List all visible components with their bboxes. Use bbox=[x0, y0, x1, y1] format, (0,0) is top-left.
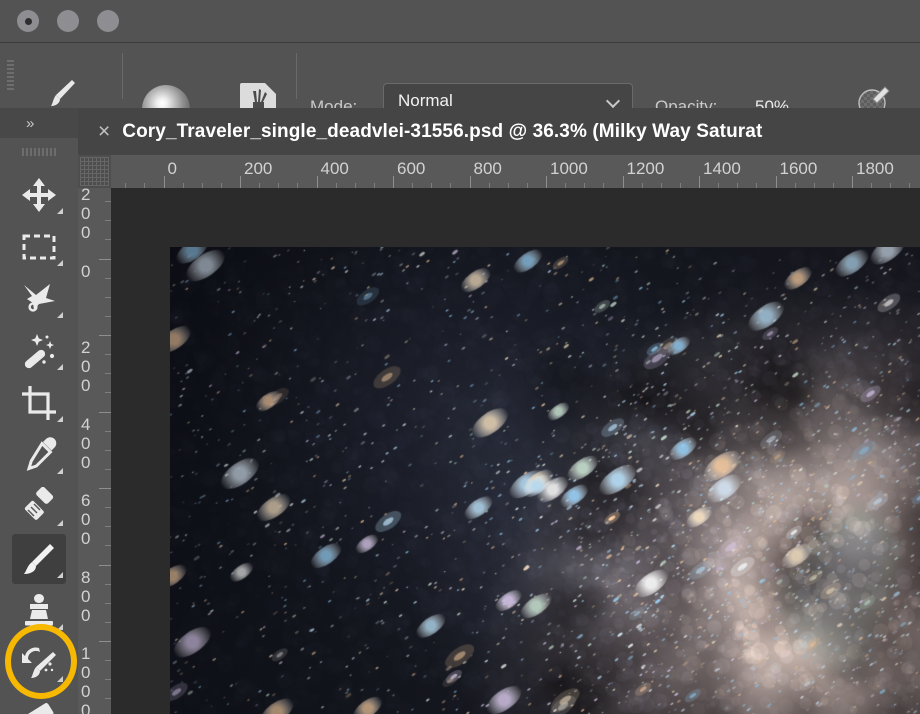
ruler-label: 0 bbox=[81, 261, 91, 281]
ruler-tick bbox=[99, 258, 111, 260]
ruler-label: 0 bbox=[167, 159, 177, 178]
tool-submenu-indicator bbox=[57, 468, 63, 474]
blend-mode-chevron-down-icon bbox=[607, 96, 622, 105]
paintbrush-icon[interactable] bbox=[42, 73, 82, 113]
ruler-label: 6 0 0 bbox=[81, 491, 91, 548]
document-tab-bar: × Cory_Traveler_single_deadvlei-31556.ps… bbox=[78, 108, 920, 155]
tool-submenu-indicator bbox=[57, 520, 63, 526]
ruler-label: 1200 bbox=[626, 159, 665, 178]
tool-submenu-indicator bbox=[57, 416, 63, 422]
tool-options-bar: 800 Mode: Normal Opacity: 50% bbox=[0, 43, 920, 144]
ruler-tick bbox=[546, 176, 547, 188]
ruler-label: 800 bbox=[473, 159, 502, 178]
window-controls bbox=[17, 10, 119, 32]
zoom-window-button[interactable] bbox=[97, 10, 119, 32]
tools-panel-header: » bbox=[0, 108, 78, 138]
horizontal-ruler[interactable]: 0002004006008001000120014001600180020 bbox=[78, 155, 920, 189]
vertical-ruler[interactable]: 2 0 002 0 04 0 06 0 08 0 01 0 0 01 bbox=[78, 188, 112, 714]
tool-submenu-indicator bbox=[57, 312, 63, 318]
ruler-tick bbox=[622, 176, 624, 188]
divider bbox=[122, 53, 123, 99]
canvas-area[interactable] bbox=[111, 188, 920, 714]
brush-tool-highlight-ring bbox=[5, 624, 77, 699]
ruler-tick bbox=[240, 176, 241, 188]
ruler-tick bbox=[163, 176, 165, 188]
ruler-tick bbox=[393, 176, 394, 188]
ruler-tick bbox=[316, 176, 318, 188]
ruler-label: 2 0 0 bbox=[81, 338, 91, 395]
ruler-label: 8 0 0 bbox=[81, 567, 91, 625]
ruler-tick bbox=[99, 335, 111, 336]
ruler-tick bbox=[469, 176, 471, 188]
ruler-label: 1400 bbox=[703, 159, 741, 178]
close-icon bbox=[24, 17, 32, 25]
ruler-label: 200 bbox=[244, 159, 273, 178]
tool-submenu-indicator bbox=[57, 260, 63, 266]
sidebar-item-brush-tool[interactable] bbox=[12, 534, 66, 584]
origin-grid-icon bbox=[80, 157, 109, 186]
document-tab-title: Cory_Traveler_single_deadvlei-31556.psd … bbox=[122, 120, 763, 142]
expand-panel-chevrons-icon[interactable]: » bbox=[26, 116, 34, 131]
tool-submenu-indicator bbox=[57, 208, 63, 214]
ruler-tick bbox=[99, 411, 111, 413]
close-icon[interactable]: × bbox=[78, 121, 122, 142]
ruler-origin-corner[interactable] bbox=[78, 155, 111, 188]
sidebar-item-marquee-tool[interactable] bbox=[12, 222, 66, 272]
ruler-tick bbox=[99, 641, 111, 642]
ruler-label: 4 0 0 bbox=[81, 414, 91, 472]
ruler-tick bbox=[775, 176, 777, 188]
ruler-label: 1000 bbox=[550, 159, 588, 178]
photoshop-window: 800 Mode: Normal Opacity: 50% bbox=[0, 0, 920, 714]
title-bar bbox=[0, 0, 920, 43]
document-tab[interactable]: × Cory_Traveler_single_deadvlei-31556.ps… bbox=[78, 108, 762, 155]
tools-panel: » bbox=[0, 108, 79, 714]
ruler-label: 1800 bbox=[856, 159, 894, 178]
sidebar-item-magic-wand-tool[interactable] bbox=[12, 326, 66, 376]
tool-submenu-indicator bbox=[57, 572, 63, 578]
sidebar-item-eyedropper-tool[interactable] bbox=[12, 430, 66, 480]
document-image[interactable] bbox=[170, 247, 920, 714]
tool-submenu-indicator bbox=[57, 364, 63, 370]
ruler-label: 1 0 0 0 bbox=[81, 644, 91, 714]
sidebar-item-crop-tool[interactable] bbox=[12, 378, 66, 428]
ruler-label: 2 0 0 bbox=[81, 188, 91, 242]
starfield-layer bbox=[170, 247, 920, 714]
sidebar-item-healing-brush-tool[interactable] bbox=[12, 482, 66, 532]
ruler-tick bbox=[99, 488, 111, 489]
ruler-tick bbox=[99, 564, 111, 566]
sidebar-item-move-tool[interactable] bbox=[12, 170, 66, 220]
minimize-window-button[interactable] bbox=[57, 10, 79, 32]
ruler-label: 1600 bbox=[779, 159, 818, 178]
sidebar-item-lasso-tool[interactable] bbox=[12, 274, 66, 324]
tools-panel-grip[interactable] bbox=[22, 148, 58, 156]
ruler-tick bbox=[699, 176, 700, 188]
close-window-button[interactable] bbox=[17, 10, 39, 32]
divider bbox=[296, 53, 297, 99]
ruler-label: 600 bbox=[397, 159, 426, 178]
ruler-tick bbox=[852, 176, 853, 188]
ruler-label: 400 bbox=[320, 159, 349, 178]
options-bar-grip[interactable] bbox=[7, 60, 14, 92]
